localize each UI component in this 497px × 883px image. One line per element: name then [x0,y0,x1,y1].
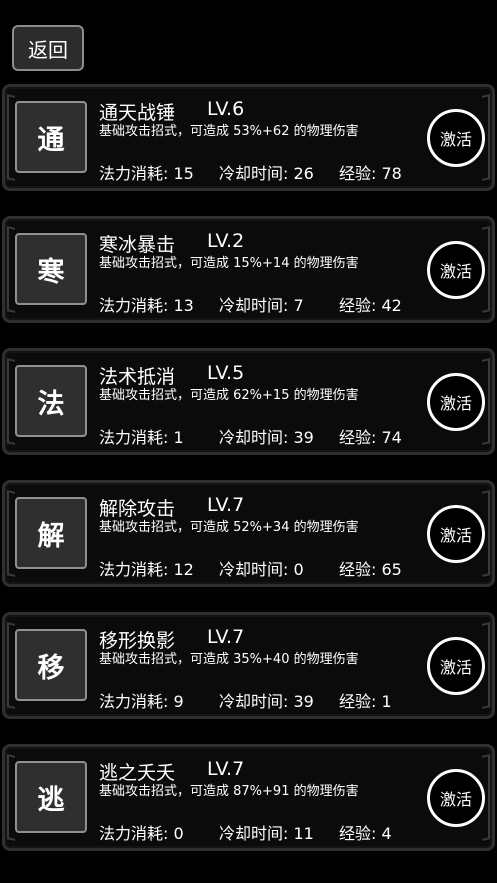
activate-button[interactable]: 激活 [427,769,485,827]
mana-cost: 法力消耗: 1 [99,428,184,447]
skill-card: 逃 逃之夭夭 LV.7 基础攻击招式，可造成 87%+91 的物理伤害 法力消耗… [2,744,495,851]
skill-level: LV.7 [207,758,245,780]
skill-title: 逃之夭夭 LV.7 [99,758,244,785]
skill-stats: 法力消耗: 12 冷却时间: 0 经验: 65 [99,556,419,579]
skill-stats: 法力消耗: 0 冷却时间: 11 经验: 4 [99,820,419,843]
skill-title: 寒冰暴击 LV.2 [99,230,244,257]
activate-button[interactable]: 激活 [427,637,485,695]
back-button[interactable]: 返回 [12,25,84,71]
skill-title: 通天战锤 LV.6 [99,98,244,125]
activate-button[interactable]: 激活 [427,109,485,167]
skill-level: LV.7 [207,626,245,648]
mana-cost: 法力消耗: 9 [99,692,184,711]
skill-level: LV.5 [207,362,245,384]
cooldown-time: 冷却时间: 39 [219,428,314,447]
skill-card: 解 解除攻击 LV.7 基础攻击招式，可造成 52%+34 的物理伤害 法力消耗… [2,480,495,587]
skill-card: 通 通天战锤 LV.6 基础攻击招式，可造成 53%+62 的物理伤害 法力消耗… [2,84,495,191]
experience: 经验: 1 [339,692,392,711]
activate-button[interactable]: 激活 [427,373,485,431]
skill-stats: 法力消耗: 13 冷却时间: 7 经验: 42 [99,292,419,315]
skill-level: LV.6 [207,98,245,120]
skill-title: 解除攻击 LV.7 [99,494,244,521]
experience: 经验: 65 [339,560,402,579]
skill-title: 移形换影 LV.7 [99,626,244,653]
activate-button[interactable]: 激活 [427,505,485,563]
skill-card: 法 法术抵消 LV.5 基础攻击招式，可造成 62%+15 的物理伤害 法力消耗… [2,348,495,455]
skill-name: 法术抵消 [99,366,176,388]
skill-name: 逃之夭夭 [99,762,176,784]
skill-level: LV.2 [207,230,245,252]
skill-name: 移形换影 [99,630,176,652]
experience: 经验: 78 [339,164,402,183]
skill-stats: 法力消耗: 1 冷却时间: 39 经验: 74 [99,424,419,447]
skill-description: 基础攻击招式，可造成 15%+14 的物理伤害 [99,256,359,271]
skill-card: 移 移形换影 LV.7 基础攻击招式，可造成 35%+40 的物理伤害 法力消耗… [2,612,495,719]
skill-icon: 移 [15,629,87,701]
skill-description: 基础攻击招式，可造成 53%+62 的物理伤害 [99,124,359,139]
skill-description: 基础攻击招式，可造成 62%+15 的物理伤害 [99,388,359,403]
skill-level: LV.7 [207,494,245,516]
mana-cost: 法力消耗: 12 [99,560,194,579]
mana-cost: 法力消耗: 13 [99,296,194,315]
skill-icon: 解 [15,497,87,569]
skill-icon: 通 [15,101,87,173]
skill-icon: 逃 [15,761,87,833]
skill-stats: 法力消耗: 15 冷却时间: 26 经验: 78 [99,160,419,183]
mana-cost: 法力消耗: 0 [99,824,184,843]
skill-name: 寒冰暴击 [99,234,176,256]
cooldown-time: 冷却时间: 11 [219,824,314,843]
skill-description: 基础攻击招式，可造成 52%+34 的物理伤害 [99,520,359,535]
cooldown-time: 冷却时间: 0 [219,560,304,579]
skill-icon: 寒 [15,233,87,305]
skill-name: 解除攻击 [99,498,176,520]
skill-stats: 法力消耗: 9 冷却时间: 39 经验: 1 [99,688,419,711]
skill-description: 基础攻击招式，可造成 35%+40 的物理伤害 [99,652,359,667]
skill-card: 寒 寒冰暴击 LV.2 基础攻击招式，可造成 15%+14 的物理伤害 法力消耗… [2,216,495,323]
experience: 经验: 74 [339,428,402,447]
experience: 经验: 42 [339,296,402,315]
activate-button[interactable]: 激活 [427,241,485,299]
skill-name: 通天战锤 [99,102,176,124]
experience: 经验: 4 [339,824,392,843]
skill-icon: 法 [15,365,87,437]
mana-cost: 法力消耗: 15 [99,164,194,183]
cooldown-time: 冷却时间: 26 [219,164,314,183]
skill-description: 基础攻击招式，可造成 87%+91 的物理伤害 [99,784,359,799]
skill-title: 法术抵消 LV.5 [99,362,244,389]
cooldown-time: 冷却时间: 39 [219,692,314,711]
cooldown-time: 冷却时间: 7 [219,296,304,315]
